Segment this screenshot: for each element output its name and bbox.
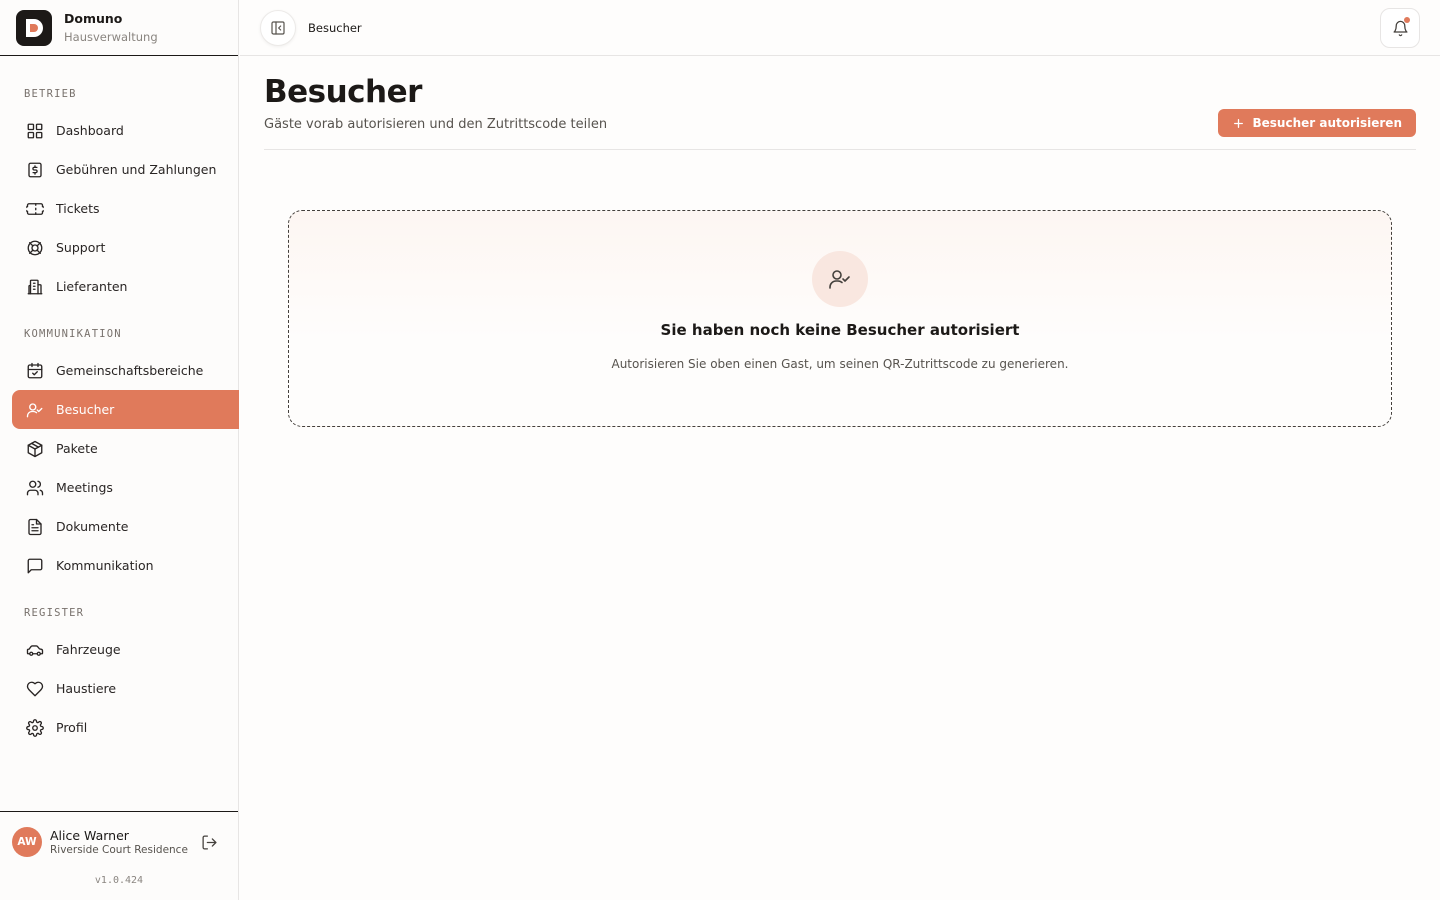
grid-icon: [24, 120, 46, 142]
receipt-dollar-icon: [24, 159, 46, 181]
section-label-communication: KOMMUNIKATION: [24, 328, 122, 340]
sidebar-item-vehicles[interactable]: Fahrzeuge: [12, 630, 239, 669]
sidebar-item-label: Gemeinschaftsbereiche: [56, 363, 204, 378]
brand-subtitle: Hausverwaltung: [64, 29, 158, 44]
sidebar-item-label: Dashboard: [56, 123, 124, 138]
top-bar: Besucher: [240, 0, 1440, 56]
sidebar-item-label: Fahrzeuge: [56, 642, 121, 657]
sidebar-nav: BETRIEB Dashboard Gebühren und Zahlungen…: [0, 56, 239, 747]
logout-button[interactable]: [198, 831, 220, 853]
user-name: Alice Warner: [50, 827, 129, 843]
panel-left-icon: [271, 20, 285, 35]
life-buoy-icon: [24, 237, 46, 259]
sidebar-item-label: Gebühren und Zahlungen: [56, 162, 217, 177]
user-panel: AW Alice Warner Riverside Court Residenc…: [0, 811, 238, 886]
logout-icon: [201, 834, 217, 850]
avatar[interactable]: AW: [12, 827, 42, 857]
sidebar-item-label: Tickets: [56, 201, 100, 216]
user-check-icon: [24, 399, 46, 421]
sidebar-toggle-button[interactable]: [260, 9, 296, 46]
sidebar-item-communication[interactable]: Kommunikation: [12, 546, 239, 585]
empty-state-title: Sie haben noch keine Besucher autorisier…: [660, 321, 1020, 339]
package-icon: [24, 438, 46, 460]
sidebar-item-tickets[interactable]: Tickets: [12, 189, 239, 228]
sidebar-item-packages[interactable]: Pakete: [12, 429, 239, 468]
sidebar-item-label: Lieferanten: [56, 279, 128, 294]
authorize-visitor-button[interactable]: Besucher autorisieren: [1218, 109, 1416, 137]
user-check-icon: [812, 251, 868, 307]
settings-gear-icon: [24, 717, 46, 739]
section-label-operations: BETRIEB: [24, 88, 77, 100]
sidebar-item-common-areas[interactable]: Gemeinschaftsbereiche: [12, 351, 239, 390]
sidebar-item-label: Pakete: [56, 441, 98, 456]
sidebar-item-visitors[interactable]: Besucher: [12, 390, 239, 429]
sidebar-item-label: Kommunikation: [56, 558, 154, 573]
sidebar-item-profile[interactable]: Profil: [12, 708, 239, 747]
plus-icon: [1232, 117, 1245, 130]
app-version: v1.0.424: [94, 875, 144, 886]
sidebar-item-suppliers[interactable]: Lieferanten: [12, 267, 239, 306]
brand-header[interactable]: Domuno Hausverwaltung: [0, 0, 238, 56]
user-residence: Riverside Court Residence: [50, 843, 188, 856]
building-icon: [24, 276, 46, 298]
sidebar-item-label: Besucher: [56, 402, 115, 417]
page-subtitle: Gäste vorab autorisieren und den Zutritt…: [264, 117, 608, 132]
heart-icon: [24, 678, 46, 700]
sidebar-item-dashboard[interactable]: Dashboard: [12, 111, 239, 150]
notification-dot: [1404, 17, 1410, 23]
calendar-check-icon: [24, 360, 46, 382]
notifications-button[interactable]: [1380, 8, 1420, 48]
message-square-icon: [24, 555, 46, 577]
car-icon: [24, 639, 46, 661]
sidebar-item-label: Haustiere: [56, 681, 117, 696]
brand-name: Domuno: [64, 10, 123, 26]
header-divider: [264, 149, 1416, 150]
authorize-visitor-label: Besucher autorisieren: [1252, 116, 1402, 130]
sidebar-item-pets[interactable]: Haustiere: [12, 669, 239, 708]
sidebar-item-meetings[interactable]: Meetings: [12, 468, 239, 507]
ticket-icon: [24, 198, 46, 220]
sidebar-item-label: Support: [56, 240, 106, 255]
sidebar-item-label: Profil: [56, 720, 88, 735]
sidebar-item-documents[interactable]: Dokumente: [12, 507, 239, 546]
users-icon: [24, 477, 46, 499]
sidebar-item-label: Dokumente: [56, 519, 129, 534]
page-title: Besucher: [264, 74, 422, 110]
sidebar-item-fees[interactable]: Gebühren und Zahlungen: [12, 150, 239, 189]
empty-state: Sie haben noch keine Besucher autorisier…: [288, 210, 1392, 427]
file-text-icon: [24, 516, 46, 538]
empty-state-description: Autorisieren Sie oben einen Gast, um sei…: [611, 357, 1069, 371]
sidebar-item-label: Meetings: [56, 480, 113, 495]
breadcrumb: Besucher: [308, 20, 362, 35]
section-label-registry: REGISTER: [24, 607, 85, 619]
domuno-logo: [16, 9, 52, 46]
sidebar: Domuno Hausverwaltung BETRIEB Dashboard …: [0, 0, 239, 900]
sidebar-item-support[interactable]: Support: [12, 228, 239, 267]
